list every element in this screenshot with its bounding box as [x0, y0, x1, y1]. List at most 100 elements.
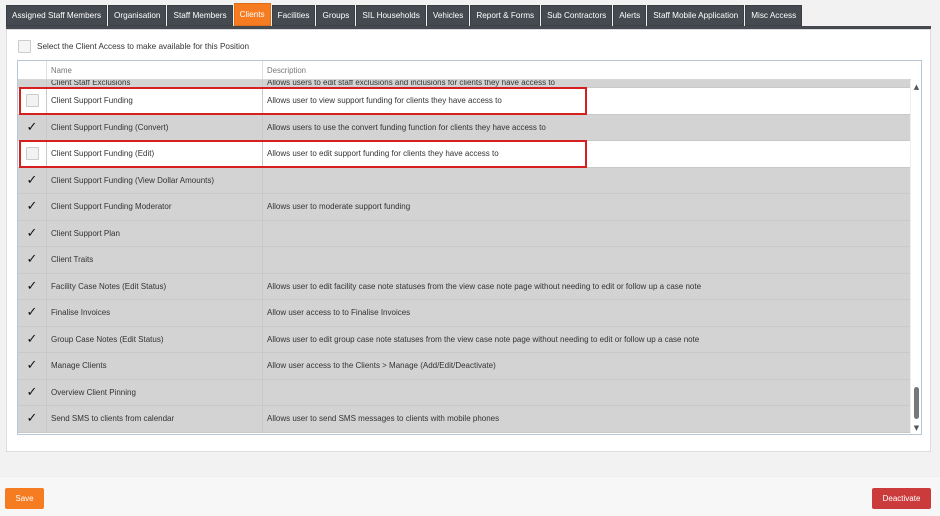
- row-name: Finalise Invoices: [47, 300, 263, 326]
- scrollbar-thumb[interactable]: [914, 387, 919, 419]
- check-icon[interactable]: ✓: [27, 280, 38, 293]
- row-checkbox[interactable]: [25, 94, 39, 108]
- row-checkbox-cell[interactable]: ✓: [18, 247, 47, 273]
- select-all-label: Select the Client Access to make availab…: [37, 42, 250, 51]
- row-name: Overview Client Pinning: [47, 379, 263, 405]
- row-description: Allows user to edit group case note stat…: [267, 334, 700, 344]
- table-row[interactable]: ✓ Client Traits: [18, 247, 911, 274]
- check-icon[interactable]: ✓: [27, 200, 38, 213]
- footer-bar: Save Deactivate: [0, 476, 940, 516]
- row-name: Client Support Funding (Convert): [47, 114, 263, 140]
- row-name: Client Support Plan: [47, 220, 263, 246]
- row-checkbox-cell[interactable]: ✓: [18, 194, 47, 220]
- row-name: Client Support Funding (Edit): [47, 141, 263, 167]
- tab-assigned-staff-members[interactable]: Assigned Staff Members: [6, 5, 108, 26]
- tab-facilities[interactable]: Facilities: [271, 5, 316, 26]
- row-description: Allow user access to the Clients > Manag…: [267, 361, 496, 371]
- grid-scrollbar[interactable]: ▲ ▼: [910, 80, 921, 434]
- tab-alerts[interactable]: Alerts: [613, 5, 647, 26]
- header-checkbox-col: [18, 61, 47, 79]
- table-row[interactable]: ✓ Client Support Plan: [18, 220, 911, 247]
- table-row[interactable]: Client Support Funding (Edit) Allows user…: [18, 141, 911, 168]
- tab-sil-households[interactable]: SIL Households: [356, 5, 426, 26]
- check-icon[interactable]: ✓: [27, 386, 38, 399]
- row-name: Client Support Funding Moderator: [47, 194, 263, 220]
- chevron-up-icon[interactable]: ▲: [912, 83, 921, 92]
- row-checkbox-cell[interactable]: ✓: [18, 406, 47, 432]
- check-icon[interactable]: ✓: [27, 121, 38, 134]
- chevron-down-icon[interactable]: ▼: [912, 424, 921, 433]
- check-icon[interactable]: ✓: [27, 253, 38, 266]
- tab-groups[interactable]: Groups: [316, 5, 356, 26]
- row-description: Allows users to edit staff exclusions an…: [267, 80, 555, 87]
- table-row[interactable]: ✓ Overview Client Pinning: [18, 379, 911, 406]
- row-name: Client Support Funding (View Dollar Amou…: [47, 167, 263, 193]
- table-row[interactable]: ✓ Client Support Funding (Convert) Allows …: [18, 114, 911, 141]
- save-button[interactable]: Save: [5, 488, 44, 509]
- row-checkbox-cell[interactable]: ✓: [18, 379, 47, 405]
- check-icon[interactable]: ✓: [27, 412, 38, 425]
- tab-staff-mobile-application[interactable]: Staff Mobile Application: [647, 5, 745, 26]
- table-row[interactable]: Client Support Funding Allows user to vie…: [18, 88, 911, 115]
- tab-misc-access[interactable]: Misc Access: [745, 5, 803, 26]
- row-checkbox-cell[interactable]: ✓: [18, 300, 47, 326]
- row-name: Facility Case Notes (Edit Status): [47, 273, 263, 299]
- table-row[interactable]: ✓ Facility Case Notes (Edit Status) Allows…: [18, 273, 911, 300]
- check-icon[interactable]: ✓: [27, 333, 38, 346]
- table-row[interactable]: ✓ Finalise Invoices Allow user access to t…: [18, 300, 911, 327]
- table-row[interactable]: ✓ Client Support Funding (View Dollar Amo…: [18, 167, 911, 194]
- grid-rows: Client Staff Exclusions Allows users to e…: [18, 80, 911, 434]
- row-checkbox-cell[interactable]: ✓: [18, 167, 47, 193]
- table-row[interactable]: ✓ Manage Clients Allow user access to the …: [18, 353, 911, 380]
- table-row[interactable]: Client Staff Exclusions Allows users to e…: [18, 80, 911, 88]
- row-description: Allows user to view support funding for …: [267, 96, 502, 106]
- row-description: [263, 247, 911, 273]
- row-description: [263, 380, 911, 406]
- row-description: Allows user to send SMS messages to clie…: [267, 414, 500, 424]
- check-icon[interactable]: ✓: [27, 359, 38, 372]
- row-description: [263, 168, 911, 194]
- row-description: Allow user access to to Finalise Invoice…: [267, 308, 411, 318]
- row-checkbox-cell[interactable]: ✓: [18, 220, 47, 246]
- tab-report-forms[interactable]: Report & Forms: [470, 5, 541, 26]
- row-description: Allows user to edit support funding for …: [267, 149, 499, 159]
- table-row[interactable]: ✓ Send SMS to clients from calendar Allows…: [18, 406, 911, 433]
- select-all-checkbox[interactable]: [18, 40, 31, 53]
- row-name: Send SMS to clients from calendar: [47, 406, 263, 432]
- row-description: Allows users to use the convert funding …: [267, 122, 546, 132]
- check-icon[interactable]: ✓: [27, 227, 38, 240]
- row-description: Allows user to edit facility case note s…: [267, 281, 702, 291]
- row-checkbox-cell[interactable]: [18, 80, 47, 87]
- row-name: Manage Clients: [47, 353, 263, 379]
- row-checkbox-cell[interactable]: ✓: [18, 273, 47, 299]
- header-name[interactable]: Name: [47, 61, 263, 79]
- check-icon[interactable]: ✓: [27, 174, 38, 187]
- row-checkbox-cell[interactable]: [18, 88, 47, 114]
- row-description: Allows user to moderate support funding: [267, 202, 411, 212]
- header-description[interactable]: Description: [263, 61, 911, 79]
- permissions-grid: Name Description Client Staff Exclusions…: [17, 60, 922, 435]
- table-row[interactable]: ✓ Client Support Funding Moderator Allows …: [18, 194, 911, 221]
- select-all-row[interactable]: Select the Client Access to make availab…: [18, 40, 249, 53]
- tab-staff-members[interactable]: Staff Members: [167, 5, 233, 26]
- row-description: [263, 221, 911, 247]
- row-checkbox-cell[interactable]: [18, 141, 47, 167]
- tab-bar: Assigned Staff Members Organisation Staff …: [6, 3, 803, 26]
- tab-clients[interactable]: Clients: [233, 3, 271, 26]
- tab-vehicles[interactable]: Vehicles: [426, 5, 470, 26]
- check-icon[interactable]: ✓: [27, 306, 38, 319]
- row-checkbox-cell[interactable]: ✓: [18, 326, 47, 352]
- row-name: Group Case Notes (Edit Status): [47, 326, 263, 352]
- row-name: Client Staff Exclusions: [47, 80, 263, 87]
- row-name: Client Traits: [47, 247, 263, 273]
- tab-sub-contractors[interactable]: Sub Contractors: [541, 5, 613, 26]
- client-access-panel: Select the Client Access to make availab…: [6, 29, 931, 452]
- row-checkbox-cell[interactable]: ✓: [18, 114, 47, 140]
- row-checkbox[interactable]: [25, 147, 39, 161]
- row-checkbox-cell[interactable]: ✓: [18, 353, 47, 379]
- deactivate-button[interactable]: Deactivate: [872, 488, 931, 509]
- row-name: Client Support Funding: [47, 88, 263, 114]
- tab-organisation[interactable]: Organisation: [108, 5, 167, 26]
- table-row[interactable]: ✓ Group Case Notes (Edit Status) Allows us…: [18, 326, 911, 353]
- grid-header: Name Description: [18, 61, 911, 80]
